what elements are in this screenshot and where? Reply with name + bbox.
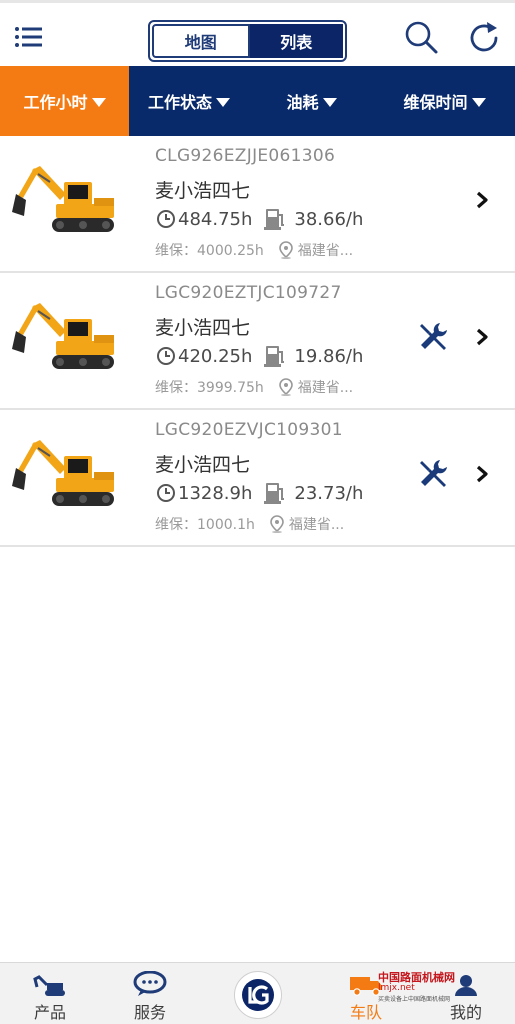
bottom-tab-bar: 产品 服务 车队 我的	[0, 962, 515, 1024]
liugong-logo-button[interactable]	[234, 971, 282, 1019]
excavator-image	[12, 303, 114, 369]
machine-meta: 维保：3999.75h 福建省...	[155, 377, 353, 397]
machine-location: 福建省...	[297, 243, 354, 259]
tab-product[interactable]: 产品	[24, 963, 76, 1024]
dropdown-arrow-icon	[471, 97, 486, 107]
list-view-tab[interactable]: 列表	[249, 24, 343, 58]
chevron-right-icon[interactable]	[474, 464, 490, 484]
fuel-pump-icon	[264, 209, 285, 230]
maintenance-hours: 维保：4000.25h	[155, 243, 264, 259]
work-hours: 420.25h	[178, 345, 253, 367]
location-pin-icon	[270, 515, 284, 533]
machine-serial: LGC920EZTJC109727	[155, 283, 342, 303]
chat-bubble-icon	[133, 971, 167, 996]
user-icon	[455, 975, 477, 996]
machine-name: 麦小浩四七	[155, 454, 251, 476]
fuel-pump-icon	[264, 483, 285, 504]
maintenance-hours: 维保：1000.1h	[155, 517, 255, 533]
machine-name: 麦小浩四七	[155, 317, 251, 339]
excavator-image	[12, 440, 114, 506]
machine-location: 福建省...	[297, 380, 354, 396]
filter-label: 油耗	[286, 93, 319, 112]
top-bar: 地图 列表	[0, 0, 515, 66]
machine-serial: CLG926EZJJE061306	[155, 146, 336, 166]
clock-icon	[157, 347, 175, 365]
machine-stats: 420.25h 19.86/h	[156, 343, 363, 369]
location-pin-icon	[278, 241, 293, 259]
machine-location: 福建省...	[288, 517, 345, 533]
list-item[interactable]: LGC920EZTJC109727 麦小浩四七 420.25h 19.86/h …	[0, 273, 515, 410]
dropdown-arrow-icon	[91, 97, 106, 107]
wrench-icon[interactable]	[416, 320, 450, 354]
map-view-tab[interactable]: 地图	[152, 24, 250, 58]
tab-label: 车队	[349, 1003, 382, 1022]
filter-label: 工作小时	[23, 93, 88, 112]
filter-work-hours[interactable]: 工作小时	[0, 66, 129, 136]
machine-meta: 维保：4000.25h 福建省...	[155, 240, 353, 260]
view-toggle: 地图 列表	[148, 20, 347, 62]
filter-bar: 工作小时 工作状态 油耗 维保时间	[0, 66, 515, 136]
tab-label: 我的	[449, 1003, 482, 1022]
brand-logo-icon	[242, 979, 274, 1011]
excavator-icon	[33, 975, 65, 996]
machine-list: CLG926EZJJE061306 麦小浩四七 484.75h 38.66/h …	[0, 136, 515, 547]
truck-icon	[350, 977, 382, 996]
machine-stats: 484.75h 38.66/h	[156, 206, 363, 232]
maintenance-hours: 维保：3999.75h	[155, 380, 264, 396]
clock-icon	[157, 484, 175, 502]
list-item[interactable]: CLG926EZJJE061306 麦小浩四七 484.75h 38.66/h …	[0, 136, 515, 273]
dropdown-arrow-icon	[322, 97, 337, 107]
fuel-pump-icon	[264, 346, 285, 367]
filter-label: 维保时间	[403, 93, 468, 112]
machine-meta: 维保：1000.1h 福建省...	[155, 514, 344, 534]
clock-icon	[157, 210, 175, 228]
tab-fleet[interactable]: 车队	[340, 963, 392, 1024]
machine-stats: 1328.9h 23.73/h	[156, 480, 363, 506]
tab-service[interactable]: 服务	[124, 963, 176, 1024]
tab-mine[interactable]: 我的	[440, 963, 492, 1024]
fuel-consumption: 23.73/h	[294, 482, 364, 504]
machine-name: 麦小浩四七	[155, 180, 251, 202]
wrench-icon[interactable]	[416, 457, 450, 491]
filter-label: 工作状态	[147, 93, 212, 112]
tab-label: 产品	[33, 1003, 66, 1022]
location-pin-icon	[278, 378, 293, 396]
dropdown-arrow-icon	[216, 97, 230, 107]
refresh-icon[interactable]	[466, 19, 502, 55]
menu-icon[interactable]	[14, 25, 44, 49]
filter-fuel[interactable]: 油耗	[249, 66, 374, 136]
fuel-consumption: 38.66/h	[294, 208, 364, 230]
chevron-right-icon[interactable]	[474, 327, 490, 347]
search-icon[interactable]	[403, 19, 439, 55]
chevron-right-icon[interactable]	[474, 190, 490, 210]
filter-work-status[interactable]: 工作状态	[129, 66, 249, 136]
machine-serial: LGC920EZVJC109301	[155, 420, 343, 440]
list-item[interactable]: LGC920EZVJC109301 麦小浩四七 1328.9h 23.73/h …	[0, 410, 515, 547]
excavator-image	[12, 166, 114, 232]
fuel-consumption: 19.86/h	[294, 345, 364, 367]
work-hours: 484.75h	[178, 208, 253, 230]
work-hours: 1328.9h	[178, 482, 253, 504]
tab-label: 服务	[133, 1003, 166, 1022]
filter-maintenance-time[interactable]: 维保时间	[374, 66, 515, 136]
